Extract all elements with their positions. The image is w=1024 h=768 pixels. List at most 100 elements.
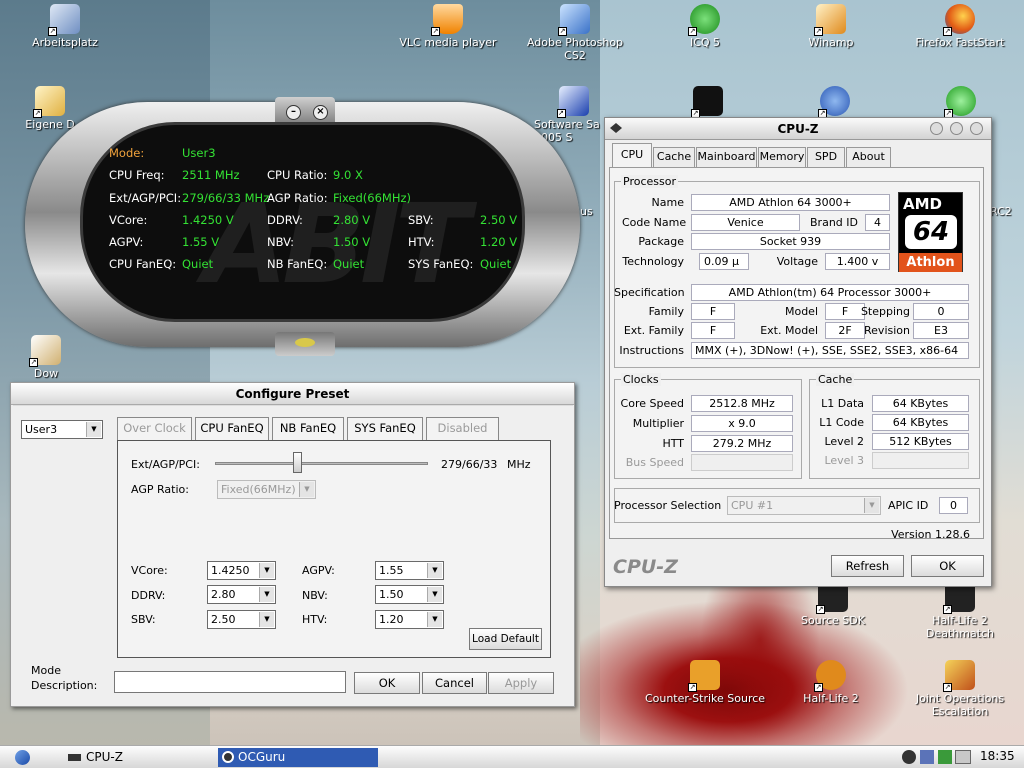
chevron-down-icon[interactable]: ▼ xyxy=(259,563,274,578)
agpv-value: 1.55 V xyxy=(182,235,220,249)
desktop-icon-winamp[interactable]: ↗ Winamp xyxy=(776,4,886,49)
tab-sys-faneq[interactable]: SYS FanEQ xyxy=(347,417,423,440)
window-menu-icon[interactable] xyxy=(610,123,622,133)
widget-bottombar[interactable] xyxy=(275,332,335,356)
apic-id-value: 0 xyxy=(939,497,968,514)
agp-ratio-select[interactable]: Fixed(66MHz) ▼ xyxy=(217,480,316,499)
tab-cpu-faneq[interactable]: CPU FanEQ xyxy=(195,417,269,440)
cpu-faneq-label: CPU FanEQ: xyxy=(109,257,177,271)
ext-slider-handle[interactable] xyxy=(293,452,302,473)
mode-description-input[interactable] xyxy=(114,671,346,693)
tab-disabled[interactable]: Disabled xyxy=(426,417,499,440)
ddrv-label: DDRV: xyxy=(267,213,303,227)
model-label: Model xyxy=(784,305,818,318)
technology-value: 0.09 µ xyxy=(699,253,749,270)
vcore-label: VCore: xyxy=(109,213,148,227)
chevron-down-icon[interactable]: ▼ xyxy=(299,482,314,497)
level3-value xyxy=(872,452,969,469)
name-value: AMD Athlon 64 3000+ xyxy=(691,194,890,211)
apply-button[interactable]: Apply xyxy=(488,672,554,694)
chevron-down-icon[interactable]: ▼ xyxy=(427,612,442,627)
mode-label: Mode: xyxy=(109,146,145,160)
htv-select[interactable]: 1.20 ▼ xyxy=(375,610,444,629)
nbv-select[interactable]: 1.50 ▼ xyxy=(375,585,444,604)
revision-value: E3 xyxy=(913,322,969,339)
desktop-icon-partial[interactable]: RC2 xyxy=(990,205,1024,218)
vcore-select[interactable]: 1.4250 ▼ xyxy=(207,561,276,580)
cpuz-titlebar[interactable]: CPU-Z xyxy=(605,118,991,140)
close-icon[interactable] xyxy=(970,122,983,135)
ext-value: 279/66/33 xyxy=(441,458,498,471)
abit-ocguru-widget[interactable]: – × ABIT Mode: User3 CPU Freq: 2511 MHz … xyxy=(25,97,580,357)
tab-spd[interactable]: SPD xyxy=(807,147,845,167)
agp-ratio-value: Fixed(66MHz) xyxy=(333,191,412,205)
ok-button[interactable]: OK xyxy=(354,672,420,694)
chevron-down-icon[interactable]: ▼ xyxy=(86,422,101,437)
htv-label: HTV: xyxy=(408,235,435,249)
load-default-button[interactable]: Load Default xyxy=(469,628,542,650)
taskbar: CPU-Z OCGuru 18:35 xyxy=(0,745,1024,768)
cpuz-icon xyxy=(68,754,81,761)
desktop-icon-hl2dm[interactable]: ↗ Half-Life 2 Deathmatch xyxy=(905,582,1015,640)
ext-slider-track[interactable] xyxy=(215,462,428,465)
family-label: Family xyxy=(648,305,684,318)
desktop-icon-hl2[interactable]: ↗ Half-Life 2 xyxy=(776,660,886,705)
tab-cpu[interactable]: CPU xyxy=(612,143,652,168)
tab-over-clock[interactable]: Over Clock xyxy=(117,417,192,440)
ddrv-select[interactable]: 2.80 ▼ xyxy=(207,585,276,604)
close-icon[interactable]: × xyxy=(313,105,328,120)
desktop-icon-jo[interactable]: ↗ Joint Operations Escalation xyxy=(905,660,1015,718)
desktop-icon-vlc[interactable]: ↗ VLC media player xyxy=(393,4,503,49)
maximize-icon[interactable] xyxy=(950,122,963,135)
sys-faneq-label: SYS FanEQ: xyxy=(408,257,474,271)
ddrv-label: DDRV: xyxy=(131,589,166,602)
tray-icon[interactable] xyxy=(938,750,952,764)
network-icon[interactable] xyxy=(920,750,934,764)
desktop-icon-my-computer[interactable]: ↗ Arbeitsplatz xyxy=(10,4,120,49)
sbv-select[interactable]: 2.50 ▼ xyxy=(207,610,276,629)
core-speed-value: 2512.8 MHz xyxy=(691,395,793,412)
voltage-value: 1.400 v xyxy=(825,253,890,270)
minimize-icon[interactable]: – xyxy=(286,105,301,120)
desktop-icon-photoshop[interactable]: ↗ Adobe Photoshop CS2 xyxy=(520,4,630,62)
expand-icon[interactable] xyxy=(295,338,315,347)
chevron-down-icon[interactable]: ▼ xyxy=(427,563,442,578)
tab-memory[interactable]: Memory xyxy=(758,147,806,167)
clock: 18:35 xyxy=(980,749,1015,763)
desktop-icon-icq[interactable]: ↗ ICQ 5 xyxy=(650,4,760,49)
vcore-label: VCore: xyxy=(131,564,168,577)
chevron-down-icon[interactable]: ▼ xyxy=(259,612,274,627)
l1-data-value: 64 KBytes xyxy=(872,395,969,412)
desktop-icon-css[interactable]: ↗ Counter-Strike Source xyxy=(640,660,770,705)
nvidia-icon[interactable] xyxy=(955,750,971,764)
tray-icon[interactable] xyxy=(902,750,916,764)
tab-about[interactable]: About xyxy=(846,147,891,167)
minimize-icon[interactable] xyxy=(930,122,943,135)
desktop-icon-firefox[interactable]: ↗ Firefox FastStart xyxy=(905,4,1015,49)
nb-faneq-label: NB FanEQ: xyxy=(267,257,328,271)
desktop-icon-source-sdk[interactable]: ↗ Source SDK xyxy=(778,582,888,627)
chevron-down-icon[interactable]: ▼ xyxy=(427,587,442,602)
start-icon[interactable] xyxy=(15,750,30,765)
l1-data-label: L1 Data xyxy=(821,397,864,410)
preset-select[interactable]: User3 ▼ xyxy=(21,420,103,439)
chevron-down-icon[interactable]: ▼ xyxy=(864,498,879,513)
taskbar-item-cpuz[interactable]: CPU-Z xyxy=(66,748,216,767)
tab-nb-faneq[interactable]: NB FanEQ xyxy=(272,417,344,440)
chevron-down-icon[interactable]: ▼ xyxy=(259,587,274,602)
cpu-ratio-label: CPU Ratio: xyxy=(267,168,328,182)
refresh-button[interactable]: Refresh xyxy=(831,555,904,577)
tab-mainboard[interactable]: Mainboard xyxy=(696,147,757,167)
tab-cache[interactable]: Cache xyxy=(653,147,695,167)
taskbar-item-ocguru[interactable]: OCGuru xyxy=(218,748,378,767)
ok-button[interactable]: OK xyxy=(911,555,984,577)
cancel-button[interactable]: Cancel xyxy=(422,672,487,694)
processor-selection-select[interactable]: CPU #1 ▼ xyxy=(727,496,881,515)
stepping-value: 0 xyxy=(913,303,969,320)
agpv-select[interactable]: 1.55 ▼ xyxy=(375,561,444,580)
specification-value: AMD Athlon(tm) 64 Processor 3000+ xyxy=(691,284,969,301)
desktop-icon-thunderbird[interactable]: ↗ xyxy=(810,86,860,118)
processor-selection-label: Processor Selection xyxy=(614,499,722,512)
desktop-icon-info[interactable]: ↗ xyxy=(936,86,986,118)
desktop-icon-maya[interactable]: ↗ xyxy=(683,86,733,118)
